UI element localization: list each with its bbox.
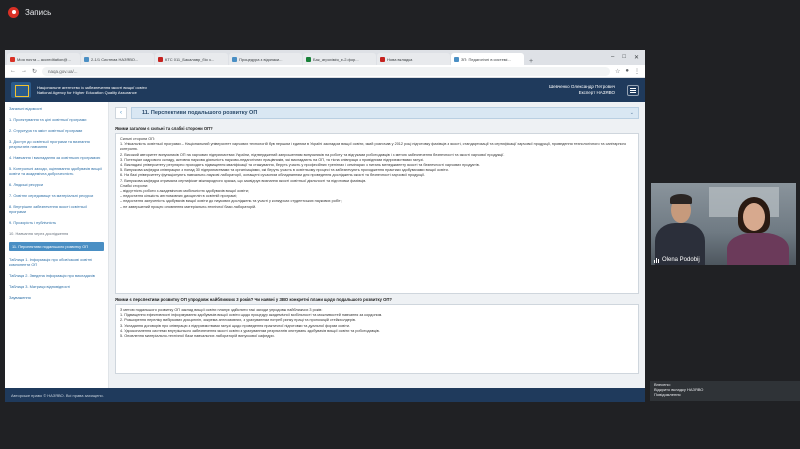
sidebar-item-2[interactable]: 2. Структура та зміст освітньої програми: [9, 128, 104, 133]
browser-tab[interactable]: КТС 011_Бакалавр_біо з...: [155, 53, 228, 65]
star-icon[interactable]: ☆: [615, 68, 620, 75]
sidebar-item-6[interactable]: 6. Людські ресурси: [9, 182, 104, 187]
answer-perspectives-textarea[interactable]: З метою подальшого розвитку ОП заклад ви…: [115, 304, 639, 374]
tab-favicon: [158, 56, 163, 62]
tab-label: Бак_агрохімія_є-2.фор...: [313, 56, 359, 62]
site-footer: Авторське право © НАЗЯВО. Всі права захи…: [5, 388, 645, 402]
hamburger-menu-icon[interactable]: [627, 84, 639, 96]
question-strengths: Якими загалом є сильні та слабкі сторони…: [115, 126, 213, 131]
notify-line-3: Повідомлення: [654, 392, 681, 397]
more-icon[interactable]: ⋮: [634, 68, 640, 75]
profile-icon[interactable]: ●: [625, 68, 629, 74]
tab-label: 2-1/1 Система НАЗЯВО...: [91, 56, 139, 62]
answer-line: – не завершений процес оновлення матеріа…: [120, 204, 257, 209]
minimize-button[interactable]: –: [611, 54, 614, 61]
new-tab-button[interactable]: +: [525, 58, 537, 65]
sidebar-item-table-1[interactable]: Таблиця 1. Інформація про обов'язкові ос…: [9, 257, 104, 267]
tab-favicon: [84, 56, 89, 62]
participant-name: Olena Podobij: [662, 257, 700, 263]
sidebar-item-8[interactable]: 8. Внутрішнє забезпечення якості освітнь…: [9, 204, 104, 214]
tab-strip: Моя почта – accreditation@... 2-1/1 Сист…: [5, 50, 645, 65]
tab-label: ЗП: Педагогічні в системі...: [461, 56, 511, 62]
question-perspectives: Якими є перспективи розвитку ОП упродовж…: [115, 297, 392, 302]
sidebar-item-table-3[interactable]: Таблиця 3. Матриця відповідності: [9, 284, 104, 289]
sidebar-item-11-active[interactable]: 11. Перспективи подальшого розвитку ОП: [9, 242, 104, 251]
page-body: Загальні відомості 1. Проектування та ці…: [5, 102, 645, 388]
sidebar-item-remarks[interactable]: Зауваження: [9, 295, 104, 300]
section-header: ‹ 11. Перспективи подальшого розвитку ОП…: [115, 106, 639, 120]
browser-tab[interactable]: Нова вкладка: [377, 53, 450, 65]
site-header: Національне агентство із забезпечення як…: [5, 78, 645, 102]
browser-tab[interactable]: Моя почта – accreditation@...: [7, 53, 80, 65]
answer-strengths-textarea[interactable]: Сильні сторони ОП: 1. Унікальність освіт…: [115, 133, 639, 294]
participant-2-head: [743, 203, 765, 231]
tab-favicon: [454, 56, 459, 62]
tab-label: КТС 011_Бакалавр_біо з...: [165, 56, 215, 62]
sidebar-item-9[interactable]: 9. Прозорість і публічність: [9, 220, 104, 225]
tab-label: Моя почта – accreditation@...: [17, 56, 71, 62]
browser-tab[interactable]: Процедура з відзнаки...: [229, 53, 302, 65]
recording-indicator: Запись: [0, 0, 800, 24]
notification-toast[interactable]: Внесено: Відкрито вкладку НАЗЯВО Повідом…: [650, 381, 800, 401]
browser-tab-active[interactable]: ЗП: Педагогічні в системі...: [451, 53, 524, 65]
naqa-logo[interactable]: [11, 82, 31, 98]
sidebar-item-table-2[interactable]: Таблиця 2. Зведена інформація про виклад…: [9, 273, 104, 278]
sidebar-item-1[interactable]: 1. Проектування та цілі освітньої програ…: [9, 117, 104, 122]
video-tile[interactable]: Olena Podobij: [651, 183, 796, 265]
browser-window: Моя почта – accreditation@... 2-1/1 Сист…: [5, 50, 645, 402]
org-name: Національне агентство із забезпечення як…: [37, 85, 147, 95]
browser-tab[interactable]: Бак_агрохімія_є-2.фор...: [303, 53, 376, 65]
user-info: Шевченко Олександр Петрович Експерт НАЗЯ…: [549, 84, 615, 96]
answer-line: 1. Унікальність освітньої програми – Нац…: [120, 142, 627, 152]
main-content: ‹ 11. Перспективи подальшого розвитку ОП…: [109, 102, 645, 388]
tab-favicon: [380, 56, 385, 62]
maximize-button[interactable]: □: [622, 54, 626, 61]
participant-1-hair: [670, 194, 692, 204]
section-back-button[interactable]: ‹: [115, 107, 127, 119]
reload-icon[interactable]: ↻: [32, 68, 37, 75]
tab-label: Нова вкладка: [387, 56, 413, 62]
forward-arrow-icon[interactable]: →: [21, 68, 27, 74]
record-icon: [8, 6, 19, 18]
footer-copyright: Авторське право © НАЗЯВО. Всі права захи…: [11, 392, 104, 398]
browser-tab[interactable]: 2-1/1 Система НАЗЯВО...: [81, 53, 154, 65]
participant-2-body: [727, 233, 789, 265]
back-arrow-icon[interactable]: ←: [10, 68, 16, 74]
sidebar-item-7[interactable]: 7. Освітнє середовище та матеріальні рес…: [9, 193, 104, 198]
user-role: Експерт НАЗЯВО: [578, 90, 615, 95]
sidebar: Загальні відомості 1. Проектування та ці…: [5, 102, 109, 388]
section-title-bar[interactable]: 11. Перспективи подальшого розвитку ОП ⌄: [131, 107, 639, 119]
sidebar-item-5[interactable]: 5. Контрольні заходи, оцінювання здобува…: [9, 166, 104, 176]
tab-favicon: [306, 56, 311, 62]
tab-favicon: [10, 56, 15, 62]
tab-favicon: [232, 56, 237, 62]
org-name-en: National Agency for Higher Education Qua…: [37, 90, 137, 95]
url-field[interactable]: naqa.gov.ua/...: [42, 66, 610, 76]
participant-name-tag: Olena Podobij: [654, 257, 700, 263]
window-controls: – □ ✕: [611, 54, 645, 61]
sidebar-item-10[interactable]: 10. Навчання через дослідження: [9, 231, 104, 236]
recording-label: Запись: [25, 7, 52, 17]
audio-level-icon: [654, 257, 659, 263]
sidebar-item-general[interactable]: Загальні відомості: [9, 106, 104, 111]
tab-label: Процедура з відзнаки...: [239, 56, 283, 62]
sidebar-item-4[interactable]: 4. Навчання і викладання за освітньою пр…: [9, 155, 104, 160]
answer-line: 5. Оновлення матеріально-технічної бази …: [120, 334, 275, 339]
sidebar-item-3[interactable]: 3. Доступ до освітньої програми та визна…: [9, 139, 104, 149]
chevron-down-icon: ⌄: [629, 110, 634, 116]
address-bar-row: ← → ↻ naqa.gov.ua/... ☆ ● ⋮: [5, 65, 645, 78]
section-title: 11. Перспективи подальшого розвитку ОП: [142, 110, 258, 116]
close-button[interactable]: ✕: [634, 54, 639, 61]
